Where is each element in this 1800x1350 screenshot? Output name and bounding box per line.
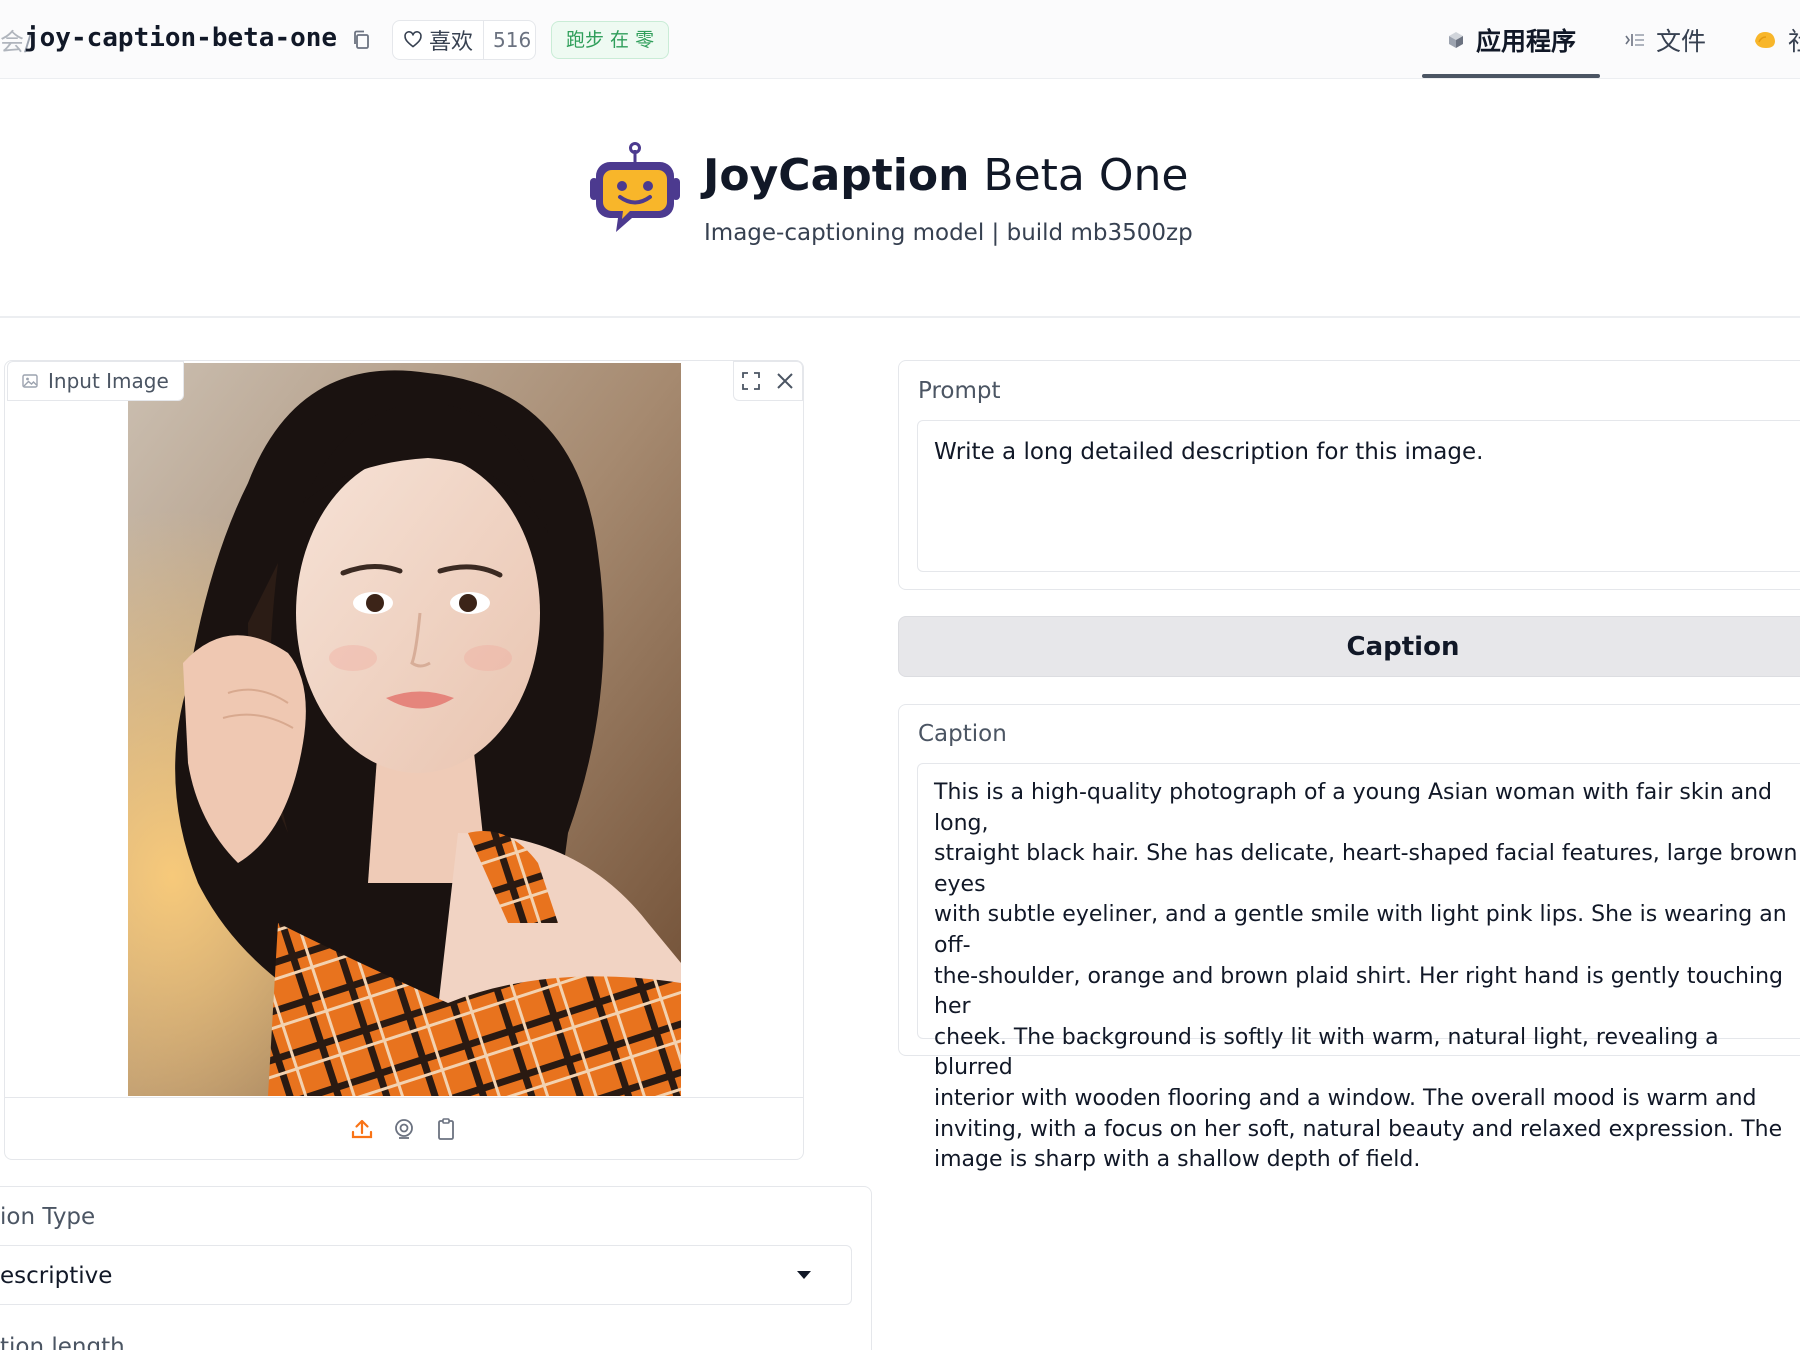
image-icon: [22, 374, 38, 388]
caption-line: cheek. The background is softly lit with…: [934, 1024, 1719, 1081]
caption-type-dropdown[interactable]: [0, 1245, 852, 1305]
clipboard-icon[interactable]: [434, 1117, 458, 1141]
caption-length-label: tion length: [0, 1334, 125, 1350]
status-badge: 跑步 在 零: [551, 21, 670, 59]
tab-files[interactable]: 文件: [1624, 18, 1706, 62]
repo-name[interactable]: joy-caption-beta-one: [24, 23, 337, 53]
caption-button[interactable]: Caption: [898, 616, 1800, 677]
prompt-label: Prompt: [918, 378, 1001, 404]
fullscreen-icon[interactable]: [740, 370, 762, 392]
caption-line: inviting, with a focus on her soft, natu…: [934, 1116, 1783, 1142]
like-button[interactable]: 喜欢 516: [392, 20, 536, 60]
image-input-label: Input Image: [7, 361, 184, 401]
app-cube-icon: [1449, 32, 1463, 48]
like-count: 516: [493, 28, 532, 52]
uploaded-photo: [128, 363, 681, 1096]
app-title: JoyCaption Beta One: [703, 150, 1189, 201]
like-label: 喜欢: [429, 30, 474, 55]
tab-community-label: 社: [1788, 22, 1800, 58]
caption-type-label: ion Type: [0, 1204, 96, 1230]
files-icon: [1625, 34, 1644, 46]
caption-line: the-shoulder, orange and brown plaid shi…: [934, 963, 1783, 1020]
prompt-textarea[interactable]: Write a long detailed description for th…: [917, 420, 1800, 572]
app-subtitle: Image-captioning model | build mb3500zp: [704, 220, 1193, 246]
image-source-toolbar: [5, 1097, 803, 1159]
tab-community[interactable]: 社: [1752, 18, 1800, 62]
close-icon[interactable]: [774, 370, 796, 392]
image-tools: [733, 361, 803, 401]
webcam-icon[interactable]: [392, 1117, 416, 1141]
robot-chat-logo: [590, 142, 680, 232]
upload-icon[interactable]: [350, 1117, 374, 1141]
heart-icon: [404, 31, 422, 48]
caption-line: interior with wooden flooring and a wind…: [934, 1085, 1757, 1111]
community-icon: [1755, 32, 1775, 48]
caption-type-value: escriptive: [0, 1263, 113, 1289]
tab-app[interactable]: 应用程序: [1446, 18, 1576, 62]
caption-output-textarea[interactable]: This is a high-quality photograph of a y…: [917, 763, 1800, 1172]
tab-files-label: 文件: [1656, 27, 1707, 56]
top-bar: 会/ joy-caption-beta-one 喜欢 516 跑步 在 零 应用…: [0, 0, 1800, 79]
tab-app-label: 应用程序: [1476, 27, 1577, 56]
copy-icon[interactable]: [352, 30, 370, 50]
caption-line: with subtle eyeliner, and a gentle smile…: [934, 902, 1787, 958]
active-tab-indicator: [1422, 74, 1600, 78]
caption-line: This is a high-quality photograph of a y…: [934, 780, 1773, 836]
caption-output-label: Caption: [918, 721, 1007, 747]
header-divider: [0, 316, 1800, 318]
image-input-panel[interactable]: Input Image: [4, 360, 804, 1160]
chevron-down-icon[interactable]: [796, 1270, 812, 1280]
caption-line: image is sharp with a shallow depth of f…: [934, 1147, 1421, 1173]
caption-line: straight black hair. She has delicate, h…: [934, 841, 1798, 897]
